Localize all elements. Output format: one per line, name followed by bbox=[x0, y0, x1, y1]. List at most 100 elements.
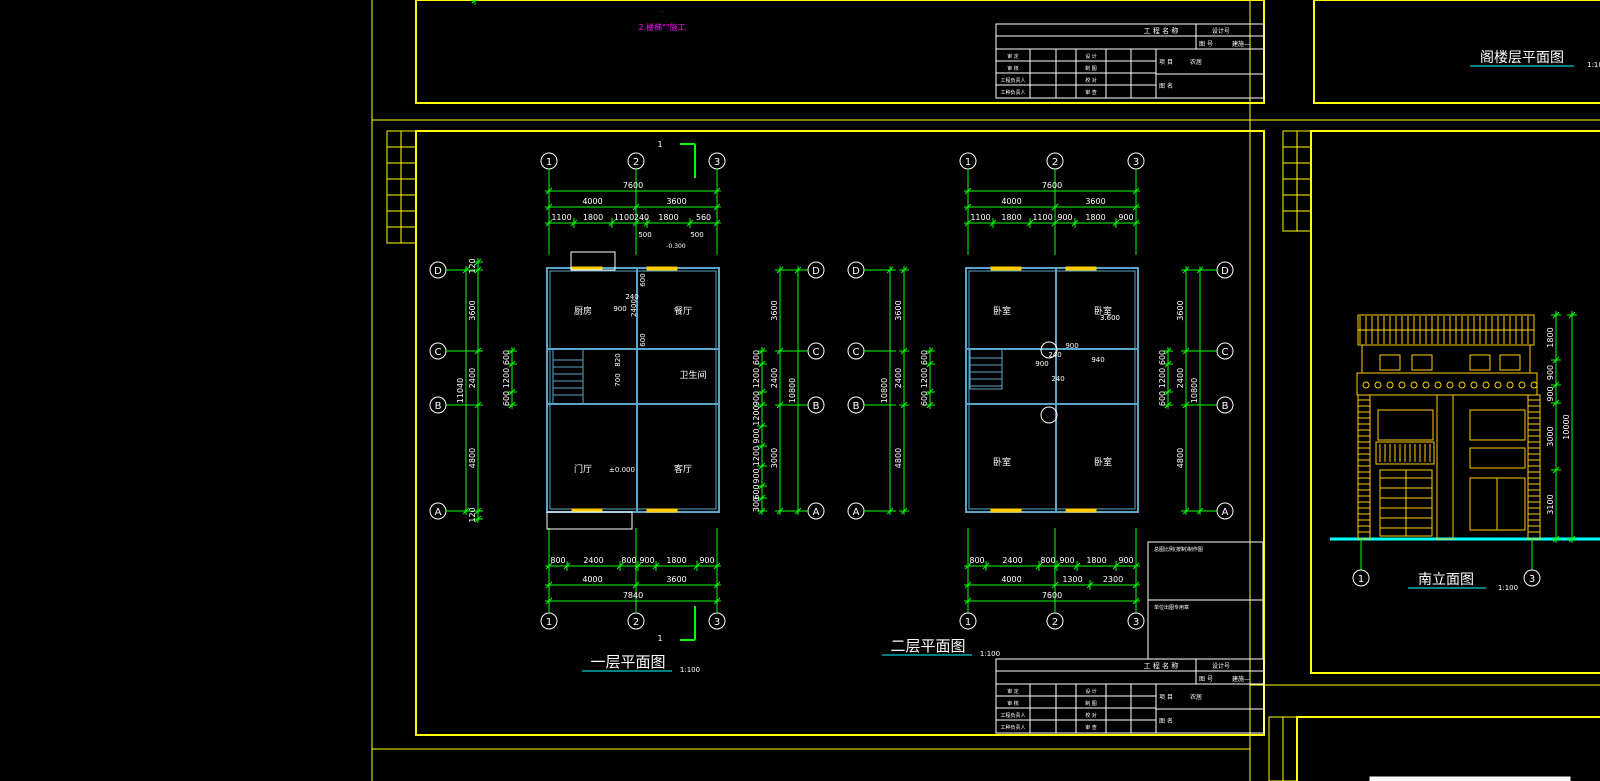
tb-mid-row: 制 图 bbox=[1085, 700, 1097, 707]
plan1-dim-left-outer-value: 120 bbox=[468, 507, 477, 522]
elevation-ornament bbox=[1494, 381, 1502, 389]
plan2-axis-right-label: A bbox=[1222, 507, 1229, 518]
plan2-window bbox=[990, 266, 1022, 271]
elevation-ornament bbox=[1398, 381, 1406, 389]
plan1-dim-500: 500 bbox=[690, 231, 703, 239]
elevation-dim-sub-value: 3100 bbox=[1546, 494, 1555, 514]
plan2-dim-right-sub-value: 600 bbox=[1158, 350, 1167, 365]
tb-mid-row: 审 查 bbox=[1085, 724, 1097, 731]
plan1-room-label: 厨房 bbox=[574, 305, 592, 317]
statusbar-fragment bbox=[1369, 776, 1571, 781]
tb-item-value: 农居 bbox=[1190, 58, 1202, 66]
plan2-window bbox=[990, 508, 1022, 513]
title-block-top: 工 程 名 称 设计号图 号 建施— 审 定审 核工程负责人工种负责人 设 计制 图校 … bbox=[995, 23, 1265, 99]
plan1-dim-top-sub-value: 240 bbox=[634, 213, 649, 222]
plan1-dim-bottom-sub-value: 2400 bbox=[583, 556, 603, 565]
tb-left-row: 工种负责人 bbox=[1000, 724, 1025, 731]
plan1-dim-left-inner-value: 600 bbox=[502, 350, 511, 365]
plan1-dim-right-mid-value: 2400 bbox=[770, 368, 779, 388]
plan1-dim-top-mid-value: 3600 bbox=[666, 197, 686, 206]
plan2-door-swing bbox=[1040, 406, 1058, 424]
elevation-upper-window bbox=[1379, 354, 1401, 371]
elevation-upper-window bbox=[1469, 354, 1491, 371]
plan1-inner-dim: 2400 bbox=[630, 299, 638, 317]
plan1-axis-top-label: 2 bbox=[633, 157, 639, 168]
plan1-dim-right-sub-value: 300 bbox=[752, 497, 761, 512]
plan2-axis-left-label: D bbox=[852, 266, 860, 277]
plan2-room-label: 卧室 bbox=[1094, 456, 1112, 468]
plan1-inner-dim: 600 bbox=[639, 273, 647, 286]
plan1-dim-left-inner-value: 1200 bbox=[502, 368, 511, 388]
elevation-ornament bbox=[1482, 381, 1490, 389]
tb-left-row: 工程负责人 bbox=[1000, 77, 1025, 84]
plan1-window bbox=[646, 508, 678, 513]
plan2-title: 二层平面图 bbox=[890, 637, 965, 655]
elevation-upper-band bbox=[1361, 344, 1531, 374]
elevation-ornament bbox=[1410, 381, 1418, 389]
elevation-ornament bbox=[1506, 381, 1514, 389]
plan2-dim-bottom-total-value: 7600 bbox=[1042, 591, 1062, 600]
plan1-dim-left-inner-value: 600 bbox=[502, 391, 511, 406]
elevation-ornament bbox=[1518, 381, 1526, 389]
plan1-dim-500: 500 bbox=[638, 231, 651, 239]
plan1-axis-top-label: 3 bbox=[714, 157, 720, 168]
plan1-axis-left-label: B bbox=[435, 401, 442, 412]
elevation-axis-label: 1 bbox=[1358, 574, 1364, 585]
elevation-title: 南立面图 bbox=[1418, 572, 1474, 588]
plan2-dim-left-outer-value: 4800 bbox=[894, 448, 903, 468]
plan2-outer-wall bbox=[965, 267, 1139, 513]
tb-left-row: 工种负责人 bbox=[1000, 89, 1025, 96]
plan1-axis-bottom-label: 2 bbox=[633, 617, 639, 628]
tb-project-label: 工 程 名 称 bbox=[1144, 661, 1179, 670]
plan2-dim-bottom-mid-value: 1300 bbox=[1062, 575, 1082, 584]
plan1-axis-right-label: D bbox=[812, 266, 820, 277]
plan1-level: ±0.000 bbox=[609, 466, 635, 474]
plan2-dim-left-outer-value: 2400 bbox=[894, 368, 903, 388]
plan1-dim-top-total-value: 7600 bbox=[623, 181, 643, 190]
plan1-dim-left-outer-value: 3600 bbox=[468, 300, 477, 320]
plan2-axis-top-label: 3 bbox=[1133, 157, 1139, 168]
elevation-dim-sub-value: 3000 bbox=[1546, 426, 1555, 446]
elevation-dim-sub-value: 1800 bbox=[1546, 327, 1555, 347]
plan1-entry-step bbox=[546, 511, 633, 530]
plan1-dim-right-sub-value: 1200 bbox=[752, 446, 761, 466]
plan1-dim-top-sub-value: 1100 bbox=[614, 213, 634, 222]
plan1-dim-bottom-mid-value: 3600 bbox=[666, 575, 686, 584]
plan1-dim-left-total-value: 11040 bbox=[456, 378, 465, 403]
tb-drawing-no-value: 建施— bbox=[1232, 675, 1250, 683]
elevation-column-right bbox=[1527, 394, 1541, 540]
elevation-ornament bbox=[1422, 381, 1430, 389]
plan2-dim-top-mid-value: 3600 bbox=[1085, 197, 1105, 206]
plan1-dim-top-mid-value: 4000 bbox=[582, 197, 602, 206]
sheet-br-frame bbox=[1296, 716, 1600, 781]
plan2-dim-top-mid-value: 4000 bbox=[1001, 197, 1021, 206]
plan1-room-label: 门厅 bbox=[574, 463, 592, 475]
plan1-dim-bottom-sub-value: 800 bbox=[621, 556, 636, 565]
plan1-level-top: -0.300 bbox=[666, 243, 686, 250]
tb-mid-row: 制 图 bbox=[1085, 65, 1097, 72]
tb-drawing-no: 图 号 bbox=[1199, 41, 1213, 48]
plan2-axis-left-label: A bbox=[853, 507, 860, 518]
elevation-column-left bbox=[1357, 394, 1371, 540]
notes-line-1: 总图比例(按制)制作图 bbox=[1154, 546, 1203, 553]
plan2-inner-dim: 900 bbox=[1065, 342, 1078, 350]
plan2-dim-left-inner-value: 600 bbox=[920, 350, 929, 365]
plan2-dim-right-total-value: 10800 bbox=[1190, 378, 1199, 403]
plan1-dim-right-sub-value: 1200 bbox=[752, 405, 761, 425]
plan2-room-label: 卧室 bbox=[993, 456, 1011, 468]
plan2-dim-bottom-sub-value: 800 bbox=[969, 556, 984, 565]
plan1-axis-bottom-label: 3 bbox=[714, 617, 720, 628]
plan2-inner-dim: 940 bbox=[1091, 356, 1104, 364]
plan1-axis-left-label: C bbox=[435, 347, 442, 358]
attic-title: 阁楼层平面图 bbox=[1480, 50, 1564, 66]
plan1-dim-top-sub-value: 1800 bbox=[583, 213, 603, 222]
plan2-axis-bottom-label: 3 bbox=[1133, 617, 1139, 628]
tb-item-value: 农居 bbox=[1190, 693, 1202, 701]
plan2-dim-bottom-mid-value: 2300 bbox=[1103, 575, 1123, 584]
plan2-dim-left-inner-value: 600 bbox=[920, 391, 929, 406]
elevation-ornament bbox=[1374, 381, 1382, 389]
plan1-inner-dim: 600 bbox=[639, 333, 647, 346]
plan2-dim-bottom-sub-value: 1800 bbox=[1086, 556, 1106, 565]
plan2-dim-bottom-sub-value: 900 bbox=[1059, 556, 1074, 565]
cad-drawing-canvas[interactable]: …2.楼梯""施工工 程 名 称设计号图 号建施—审 定审 核工程负责人工种负责… bbox=[0, 0, 1600, 781]
